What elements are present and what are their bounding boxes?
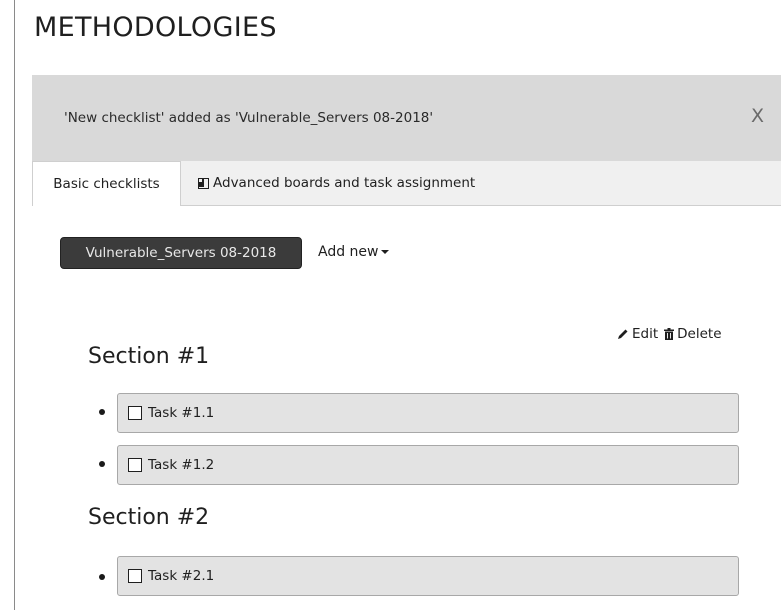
- delete-label: Delete: [677, 326, 722, 342]
- task-item: Task #2.1: [117, 556, 739, 596]
- success-alert: 'New checklist' added as 'Vulnerable_Ser…: [32, 75, 781, 161]
- task-item: Task #1.1: [117, 393, 739, 433]
- caret-down-icon: [380, 250, 389, 254]
- task-label: Task #2.1: [148, 568, 215, 584]
- section-title: Section #1: [88, 344, 210, 369]
- app-window: METHODOLOGIES 'New checklist' added as '…: [0, 0, 781, 610]
- tab-advanced-boards[interactable]: Advanced boards and task assignment: [198, 161, 475, 205]
- list-bullet: [99, 461, 105, 467]
- edit-button[interactable]: Edit: [617, 326, 658, 342]
- tab-label: Advanced boards and task assignment: [213, 175, 476, 191]
- task-checkbox[interactable]: [128, 458, 142, 472]
- tab-basic-checklists[interactable]: Basic checklists: [32, 161, 181, 206]
- trash-icon: [664, 328, 675, 340]
- task-label: Task #1.1: [148, 405, 215, 421]
- page-title: METHODOLOGIES: [34, 12, 277, 43]
- pencil-icon: [618, 329, 628, 339]
- board-icon: [198, 177, 209, 189]
- checklist-name: Vulnerable_Servers 08-2018: [85, 245, 277, 261]
- add-new-label: Add new: [318, 244, 379, 260]
- list-bullet: [99, 409, 105, 415]
- add-new-dropdown[interactable]: Add new: [318, 244, 389, 260]
- section-actions: Edit Delete: [617, 326, 722, 342]
- edit-label: Edit: [632, 326, 659, 342]
- delete-button[interactable]: Delete: [664, 326, 722, 342]
- task-label: Task #1.2: [148, 457, 215, 473]
- checklist-selector-button[interactable]: Vulnerable_Servers 08-2018: [60, 237, 302, 269]
- task-item: Task #1.2: [117, 445, 739, 485]
- frame-divider: [14, 0, 15, 610]
- list-bullet: [99, 574, 105, 580]
- tab-bar: Basic checklists Advanced boards and tas…: [32, 161, 781, 206]
- tab-label: Basic checklists: [53, 176, 160, 192]
- task-checkbox[interactable]: [128, 569, 142, 583]
- alert-close-button[interactable]: X: [751, 105, 764, 127]
- section-title: Section #2: [88, 505, 210, 530]
- alert-message: 'New checklist' added as 'Vulnerable_Ser…: [64, 110, 434, 126]
- task-checkbox[interactable]: [128, 406, 142, 420]
